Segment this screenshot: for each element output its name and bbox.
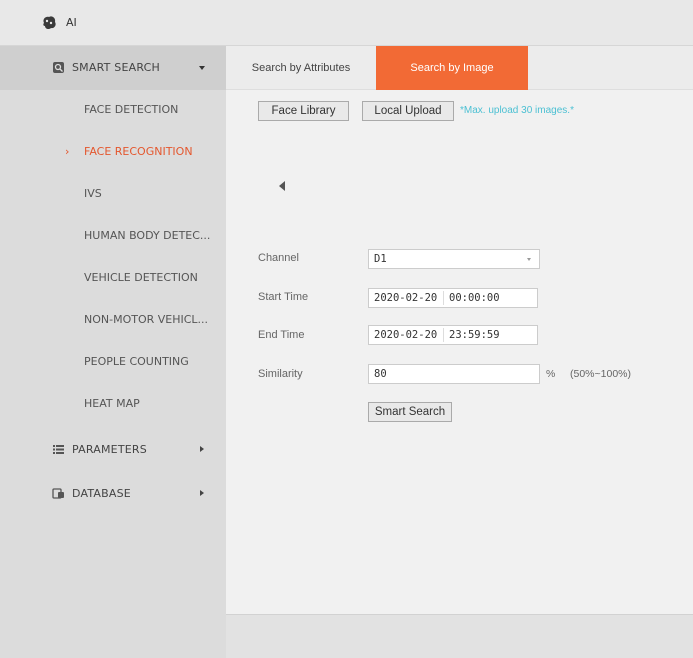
- sidebar-item-people-counting[interactable]: PEOPLE COUNTING: [0, 342, 226, 384]
- chevron-right-icon: [200, 490, 204, 496]
- dropdown-arrow-icon: [527, 258, 531, 261]
- upload-hint: *Max. upload 30 images.*: [460, 105, 574, 116]
- list-icon: [53, 445, 64, 454]
- start-time-value: 00:00:00: [449, 292, 500, 304]
- field-divider: [443, 328, 444, 342]
- sidebar-item-label: PEOPLE COUNTING: [84, 355, 189, 368]
- sidebar-item-ivs[interactable]: IVS: [0, 174, 226, 216]
- tab-search-by-attributes[interactable]: Search by Attributes: [226, 46, 376, 90]
- end-date-value: 2020-02-20: [374, 329, 438, 341]
- face-library-button[interactable]: Face Library: [258, 101, 349, 121]
- start-date-value: 2020-02-20: [374, 292, 438, 304]
- start-time-label: Start Time: [258, 291, 309, 303]
- database-icon: [52, 488, 64, 499]
- channel-label: Channel: [258, 252, 299, 264]
- sidebar-group-label: SMART SEARCH: [72, 61, 160, 74]
- sidebar-item-label: IVS: [84, 187, 102, 200]
- sidebar-group-database[interactable]: DATABASE: [0, 472, 226, 516]
- sidebar-item-human-body-detection[interactable]: HUMAN BODY DETEC...: [0, 216, 226, 258]
- sidebar-item-label: NON-MOTOR VEHICL...: [84, 313, 209, 326]
- channel-select[interactable]: D1: [368, 249, 540, 269]
- similarity-unit: %: [546, 368, 556, 380]
- main-panel: Search by Attributes Search by Image Fac…: [226, 46, 693, 658]
- sidebar: SMART SEARCH FACE DETECTION › FACE RECOG…: [0, 46, 226, 658]
- sidebar-item-heat-map[interactable]: HEAT MAP: [0, 384, 226, 426]
- sidebar-item-label: HUMAN BODY DETEC...: [84, 229, 211, 242]
- active-marker-icon: ›: [65, 145, 70, 158]
- chevron-down-icon: [199, 66, 205, 70]
- channel-value: D1: [374, 253, 387, 265]
- ai-brain-icon: [43, 16, 56, 30]
- local-upload-button[interactable]: Local Upload: [362, 101, 454, 121]
- tab-bar: Search by Attributes Search by Image: [226, 46, 693, 90]
- sidebar-item-face-recognition[interactable]: › FACE RECOGNITION: [0, 132, 226, 174]
- top-bar: AI: [0, 0, 693, 46]
- start-time-field[interactable]: 2020-02-20 00:00:00: [368, 288, 538, 308]
- chevron-right-icon: [200, 446, 204, 452]
- sidebar-item-label: FACE RECOGNITION: [84, 145, 193, 158]
- similarity-label: Similarity: [258, 368, 303, 380]
- sidebar-item-label: VEHICLE DETECTION: [84, 271, 198, 284]
- sidebar-group-parameters[interactable]: PARAMETERS: [0, 428, 226, 472]
- footer-bar: [226, 614, 693, 658]
- end-time-label: End Time: [258, 329, 305, 341]
- sidebar-item-label: FACE DETECTION: [84, 103, 179, 116]
- similarity-input[interactable]: 80: [368, 364, 540, 384]
- sidebar-group-label: PARAMETERS: [72, 443, 147, 456]
- field-divider: [443, 291, 444, 305]
- end-time-field[interactable]: 2020-02-20 23:59:59: [368, 325, 538, 345]
- tab-search-by-image[interactable]: Search by Image: [376, 46, 528, 90]
- similarity-value: 80: [374, 368, 387, 380]
- sidebar-item-vehicle-detection[interactable]: VEHICLE DETECTION: [0, 258, 226, 300]
- sidebar-group-smart-search[interactable]: SMART SEARCH: [0, 46, 226, 90]
- end-time-value: 23:59:59: [449, 329, 500, 341]
- smart-search-icon: [53, 62, 64, 73]
- app-title: AI: [66, 16, 77, 29]
- sidebar-group-label: DATABASE: [72, 487, 131, 500]
- smart-search-button[interactable]: Smart Search: [368, 402, 452, 422]
- similarity-range: (50%~100%): [570, 368, 631, 380]
- back-arrow-icon[interactable]: [279, 181, 285, 191]
- sidebar-item-label: HEAT MAP: [84, 397, 140, 410]
- sidebar-item-non-motor-vehicle[interactable]: NON-MOTOR VEHICL...: [0, 300, 226, 342]
- sidebar-item-face-detection[interactable]: FACE DETECTION: [0, 90, 226, 132]
